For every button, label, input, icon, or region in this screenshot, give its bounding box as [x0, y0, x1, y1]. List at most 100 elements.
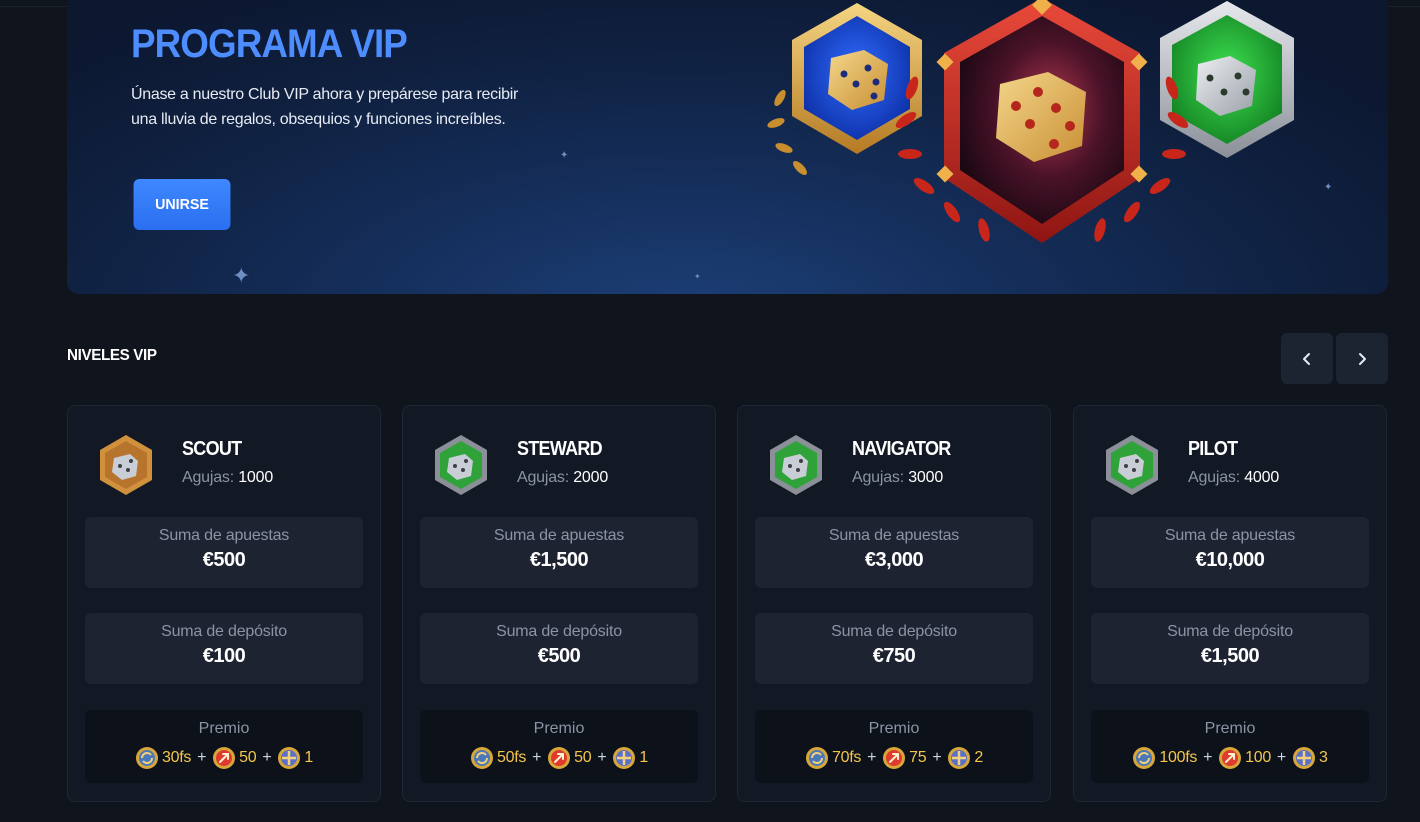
plus-sign: + [867, 749, 877, 766]
sparkle-icon: ✦ [694, 272, 701, 281]
needles-label: Agujas: [1188, 469, 1240, 486]
hero-description: Únase a nuestro Club VIP ahora y prepáre… [131, 86, 518, 128]
join-button[interactable]: UNIRSE [133, 179, 231, 230]
deposit-sum-label: Suma de depósito [831, 623, 957, 640]
prize-box: Premio 30fs + 50 + 1 [85, 710, 363, 783]
prize-row: 100fs + 100 + 3 [1091, 746, 1369, 770]
prize-row: 70fs + 75 + 2 [755, 746, 1033, 770]
rockets-value: 75 [909, 749, 927, 766]
rockets-value: 50 [574, 749, 592, 766]
level-needles: Agujas: 3000 [852, 469, 943, 487]
vip-level-card-navigator: NAVIGATOR Agujas: 3000 Suma de apuestas … [737, 405, 1051, 802]
tokens-value: 1 [639, 749, 648, 766]
bets-sum-box: Suma de apuestas €1,500 [420, 517, 698, 588]
level-badge-icon [770, 435, 822, 495]
bets-sum-label: Suma de apuestas [493, 527, 625, 544]
prize-label: Premio [868, 720, 920, 737]
deposit-sum-label: Suma de depósito [1167, 623, 1293, 640]
section-title-vip-levels: NIVELES VIP [67, 347, 157, 364]
vip-level-card-scout: SCOUT Agujas: 1000 Suma de apuestas €500… [67, 405, 381, 802]
needles-label: Agujas: [182, 469, 234, 486]
sparkle-icon: ✦ [560, 150, 569, 161]
vip-level-card-pilot: PILOT Agujas: 4000 Suma de apuestas €10,… [1073, 405, 1387, 802]
deposit-sum-box: Suma de depósito €1,500 [1091, 613, 1369, 684]
rocket-coin-icon [1219, 747, 1242, 769]
token-coin-icon [1292, 747, 1315, 769]
tokens-value: 3 [1318, 749, 1328, 766]
bets-sum-value: €1,500 [529, 549, 589, 571]
level-name: STEWARD [517, 438, 603, 460]
rockets-value: 50 [239, 749, 257, 766]
deposit-sum-box: Suma de depósito €750 [755, 613, 1033, 684]
needles-value: 3000 [908, 469, 944, 486]
plus-sign: + [597, 749, 607, 766]
level-needles: Agujas: 1000 [182, 469, 273, 487]
deposit-sum-value: €500 [537, 645, 581, 667]
token-coin-icon [948, 747, 971, 769]
bets-sum-box: Suma de apuestas €10,000 [1091, 517, 1369, 588]
free-spins-coin-icon [1133, 747, 1156, 769]
prize-box: Premio 100fs + 100 + 3 [1091, 710, 1369, 783]
prize-row: 30fs + 50 + 1 [85, 746, 363, 770]
tokens-value: 2 [974, 749, 983, 766]
level-name: PILOT [1188, 438, 1238, 460]
prize-label: Premio [1204, 720, 1256, 737]
level-badge-icon [100, 435, 152, 495]
page-title: PROGRAMA VIP [131, 22, 408, 66]
plus-sign: + [932, 749, 942, 766]
level-needles: Agujas: 4000 [1188, 469, 1279, 487]
free-spins-coin-icon [471, 747, 494, 769]
needles-value: 2000 [573, 469, 609, 486]
rockets-value: 100 [1245, 749, 1271, 766]
vip-hero-banner: ✦ ✦ ✦ ✦ PROGRAMA VIP Únase a nuestro Clu… [67, 0, 1388, 294]
deposit-sum-label: Suma de depósito [161, 623, 287, 640]
bets-sum-label: Suma de apuestas [1164, 527, 1296, 544]
token-coin-icon [278, 747, 301, 769]
carousel-prev-button[interactable] [1281, 333, 1333, 384]
bets-sum-label: Suma de apuestas [158, 527, 290, 544]
plus-sign: + [262, 749, 272, 766]
deposit-sum-label: Suma de depósito [496, 623, 622, 640]
level-name: SCOUT [182, 438, 242, 460]
prize-label: Premio [198, 720, 250, 737]
sparkle-icon: ✦ [1324, 182, 1333, 193]
token-coin-icon [613, 747, 636, 769]
prize-row: 50fs + 50 + 1 [420, 746, 698, 770]
deposit-sum-value: €750 [872, 645, 916, 667]
free-spins-value: 100fs [1159, 749, 1198, 766]
free-spins-coin-icon [136, 747, 159, 769]
free-spins-value: 30fs [162, 749, 192, 766]
vip-medals-illustration [767, 0, 1294, 243]
level-badge-icon [1106, 435, 1158, 495]
deposit-sum-box: Suma de depósito €100 [85, 613, 363, 684]
bets-sum-label: Suma de apuestas [828, 527, 960, 544]
prize-box: Premio 50fs + 50 + 1 [420, 710, 698, 783]
bets-sum-value: €10,000 [1195, 549, 1265, 571]
rocket-coin-icon [213, 747, 236, 769]
plus-sign: + [197, 749, 207, 766]
deposit-sum-value: €1,500 [1200, 645, 1260, 667]
bets-sum-value: €3,000 [864, 549, 924, 571]
level-badge-icon [435, 435, 487, 495]
rocket-coin-icon [548, 747, 571, 769]
needles-label: Agujas: [852, 469, 904, 486]
plus-sign: + [532, 749, 542, 766]
vip-level-card-steward: STEWARD Agujas: 2000 Suma de apuestas €1… [402, 405, 716, 802]
sparkle-icon: ✦ [232, 263, 251, 288]
deposit-sum-box: Suma de depósito €500 [420, 613, 698, 684]
needles-value: 1000 [238, 469, 274, 486]
free-spins-value: 70fs [832, 749, 862, 766]
prize-label: Premio [533, 720, 585, 737]
level-needles: Agujas: 2000 [517, 469, 608, 487]
bets-sum-value: €500 [202, 549, 246, 571]
free-spins-value: 50fs [497, 749, 527, 766]
level-name: NAVIGATOR [852, 438, 951, 460]
deposit-sum-value: €100 [202, 645, 246, 667]
plus-sign: + [1276, 749, 1286, 766]
chevron-right-icon [1359, 352, 1366, 365]
carousel-next-button[interactable] [1336, 333, 1388, 384]
free-spins-coin-icon [806, 747, 829, 769]
chevron-left-icon [1303, 352, 1310, 365]
bets-sum-box: Suma de apuestas €500 [85, 517, 363, 588]
plus-sign: + [1203, 749, 1213, 766]
